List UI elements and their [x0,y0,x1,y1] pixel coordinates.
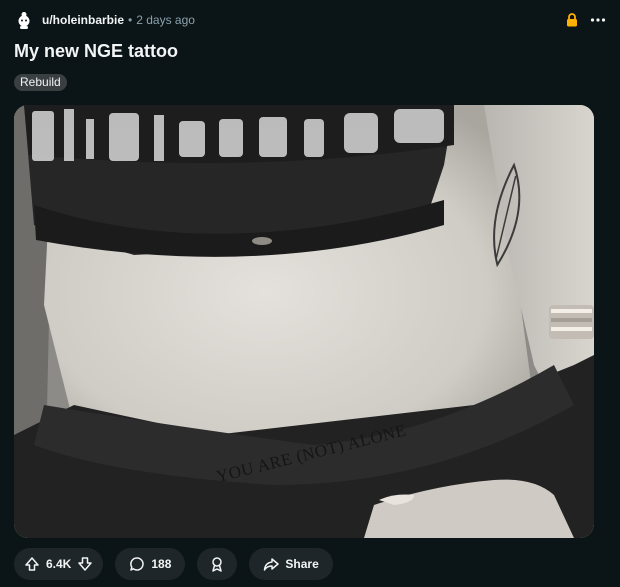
reddit-avatar-icon[interactable] [14,10,34,30]
post-flair[interactable]: Rebuild [14,74,67,91]
bracelet [549,305,594,339]
vote-control: 6.4K [14,548,104,580]
vote-count: 6.4K [46,557,72,571]
post-title[interactable]: My new NGE tattoo [14,41,178,62]
post-image[interactable]: YOU ARE (NOT) ALONE [14,105,594,538]
award-icon [209,556,225,572]
post-time: 2 days ago [136,13,195,27]
meta-separator: • [128,13,133,27]
award-button[interactable] [197,548,238,580]
comment-icon [129,556,145,572]
header-actions [566,13,606,27]
share-icon [263,556,280,572]
more-options-icon[interactable] [590,17,606,23]
share-button[interactable]: Share [249,548,333,580]
post-header: u/holeinbarbie • 2 days ago [14,8,606,32]
share-label: Share [285,557,319,571]
upvote-icon[interactable] [24,556,40,572]
post-author[interactable]: u/holeinbarbie [42,13,124,27]
downvote-icon[interactable] [77,556,93,572]
tattoo-photo: YOU ARE (NOT) ALONE [14,105,594,538]
post-actions: 6.4K 188 Share [14,548,333,580]
lock-icon [566,13,578,27]
comment-count: 188 [151,557,172,571]
comments-button[interactable]: 188 [115,548,186,580]
